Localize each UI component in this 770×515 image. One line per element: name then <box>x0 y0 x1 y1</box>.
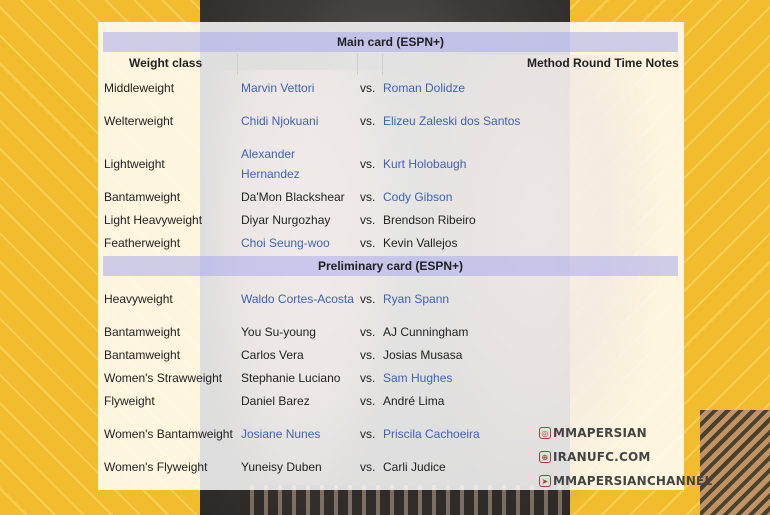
weight-class-cell: Women's Strawweight <box>104 371 223 385</box>
watermark-website: ⊕ IRANUFC.COM <box>539 450 651 464</box>
fighter-name: You Su-young <box>241 325 316 339</box>
fighter-name: Carli Judice <box>383 460 446 474</box>
versus-label: vs. <box>360 348 376 362</box>
weight-class-cell: Middleweight <box>104 81 175 95</box>
table-row: Bantamweight Carlos Vera vs. Josias Musa… <box>103 345 678 365</box>
weight-class-cell: Light Heavyweight <box>104 213 203 227</box>
table-row: Heavyweight Waldo Cortes-Acosta vs. Ryan… <box>103 279 678 319</box>
weight-class-cell: Welterweight <box>104 114 174 128</box>
table-row: Bantamweight You Su-young vs. AJ Cunning… <box>103 322 678 342</box>
header-divider <box>237 54 238 75</box>
fighter-link[interactable]: Waldo Cortes-Acosta <box>241 289 354 309</box>
table-row: Middleweight Marvin Vettori vs. Roman Do… <box>103 78 678 98</box>
fighter-name: Daniel Barez <box>241 394 310 408</box>
versus-label: vs. <box>360 460 376 474</box>
table-row: Women's Strawweight Stephanie Luciano vs… <box>103 368 678 388</box>
weight-class-cell: Women's Bantamweight <box>104 427 233 441</box>
fighter-link[interactable]: Priscila Cachoeira <box>383 424 480 444</box>
fighter-link[interactable]: Chidi Njokuani <box>241 111 318 131</box>
column-header-notes: Notes <box>645 56 679 70</box>
weight-class-cell: Bantamweight <box>104 190 181 204</box>
watermark-telegram: ➤ MMAPERSIANCHANNEL <box>539 474 712 488</box>
table-row: Welterweight Chidi Njokuani vs. Elizeu Z… <box>103 101 678 141</box>
column-header-weight-class: Weight class <box>129 56 203 70</box>
fighter-name: Brendson Ribeiro <box>383 213 476 227</box>
fight-card-table: Main card (ESPN+) Weight class Method Ro… <box>98 22 712 490</box>
table-row: Bantamweight Da'Mon Blackshear vs. Cody … <box>103 187 678 207</box>
weight-class-cell: Flyweight <box>104 394 155 408</box>
fighter-name: Diyar Nurgozhay <box>241 213 331 227</box>
fighter-link[interactable]: Marvin Vettori <box>241 78 314 98</box>
fighter-name: Stephanie Luciano <box>241 371 341 385</box>
column-header-time: Time <box>614 56 643 70</box>
column-header-method: Method <box>527 56 570 70</box>
watermark-text: IRANUFC.COM <box>553 450 651 464</box>
weight-class-cell: Heavyweight <box>104 292 173 306</box>
versus-label: vs. <box>360 81 376 95</box>
instagram-icon: ◎ <box>539 427 551 439</box>
weight-class-cell: Lightweight <box>104 157 165 171</box>
watermark-text: MMAPERSIANCHANNEL <box>553 474 713 488</box>
fighter-link[interactable]: Choi Seung-woo <box>241 233 330 253</box>
column-header-round: Round <box>573 56 611 70</box>
fighter-name: Josias Musasa <box>383 348 463 362</box>
versus-label: vs. <box>360 371 376 385</box>
column-headers-result: Method Round Time Notes <box>527 56 679 70</box>
fighter-link[interactable]: Ryan Spann <box>383 289 449 309</box>
fighter-name: Da'Mon Blackshear <box>241 190 345 204</box>
fighter-name: André Lima <box>383 394 445 408</box>
fighter-name: Kevin Vallejos <box>383 236 458 250</box>
versus-label: vs. <box>360 427 376 441</box>
fighter-link[interactable]: Roman Dolidze <box>383 78 465 98</box>
preliminary-card-header: Preliminary card (ESPN+) <box>103 256 678 276</box>
table-row: Featherweight Choi Seung-woo vs. Kevin V… <box>103 233 678 253</box>
weight-class-cell: Bantamweight <box>104 325 181 339</box>
versus-label: vs. <box>360 213 376 227</box>
header-divider <box>382 54 383 75</box>
telegram-icon: ➤ <box>539 475 551 487</box>
fighter-name: AJ Cunningham <box>383 325 469 339</box>
fighter-link[interactable]: Elizeu Zaleski dos Santos <box>383 111 520 131</box>
versus-label: vs. <box>360 325 376 339</box>
background-tattoo-right <box>700 410 770 515</box>
versus-label: vs. <box>360 236 376 250</box>
fighter-link[interactable]: Kurt Holobaugh <box>383 154 466 174</box>
versus-label: vs. <box>360 157 376 171</box>
fighter-link[interactable]: Alexander Hernandez <box>241 144 355 184</box>
main-card-header: Main card (ESPN+) <box>103 32 678 52</box>
header-divider <box>357 54 358 75</box>
fighter-link[interactable]: Josiane Nunes <box>241 424 320 444</box>
weight-class-cell: Bantamweight <box>104 348 181 362</box>
weight-class-cell: Women's Flyweight <box>104 460 208 474</box>
fighter-link[interactable]: Cody Gibson <box>383 187 452 207</box>
versus-label: vs. <box>360 114 376 128</box>
weight-class-cell: Featherweight <box>104 236 181 250</box>
table-row: Flyweight Daniel Barez vs. André Lima <box>103 391 678 411</box>
web-icon: ⊕ <box>539 451 551 463</box>
table-row: Lightweight Alexander Hernandez vs. Kurt… <box>103 144 678 184</box>
fighter-name: Carlos Vera <box>241 348 304 362</box>
watermark-instagram: ◎ MMAPERSIAN <box>539 426 647 440</box>
fighter-name: Yuneisy Duben <box>241 460 322 474</box>
versus-label: vs. <box>360 394 376 408</box>
table-row: Light Heavyweight Diyar Nurgozhay vs. Br… <box>103 210 678 230</box>
watermark-text: MMAPERSIAN <box>553 426 647 440</box>
versus-label: vs. <box>360 190 376 204</box>
versus-label: vs. <box>360 292 376 306</box>
fighter-link[interactable]: Sam Hughes <box>383 368 452 388</box>
